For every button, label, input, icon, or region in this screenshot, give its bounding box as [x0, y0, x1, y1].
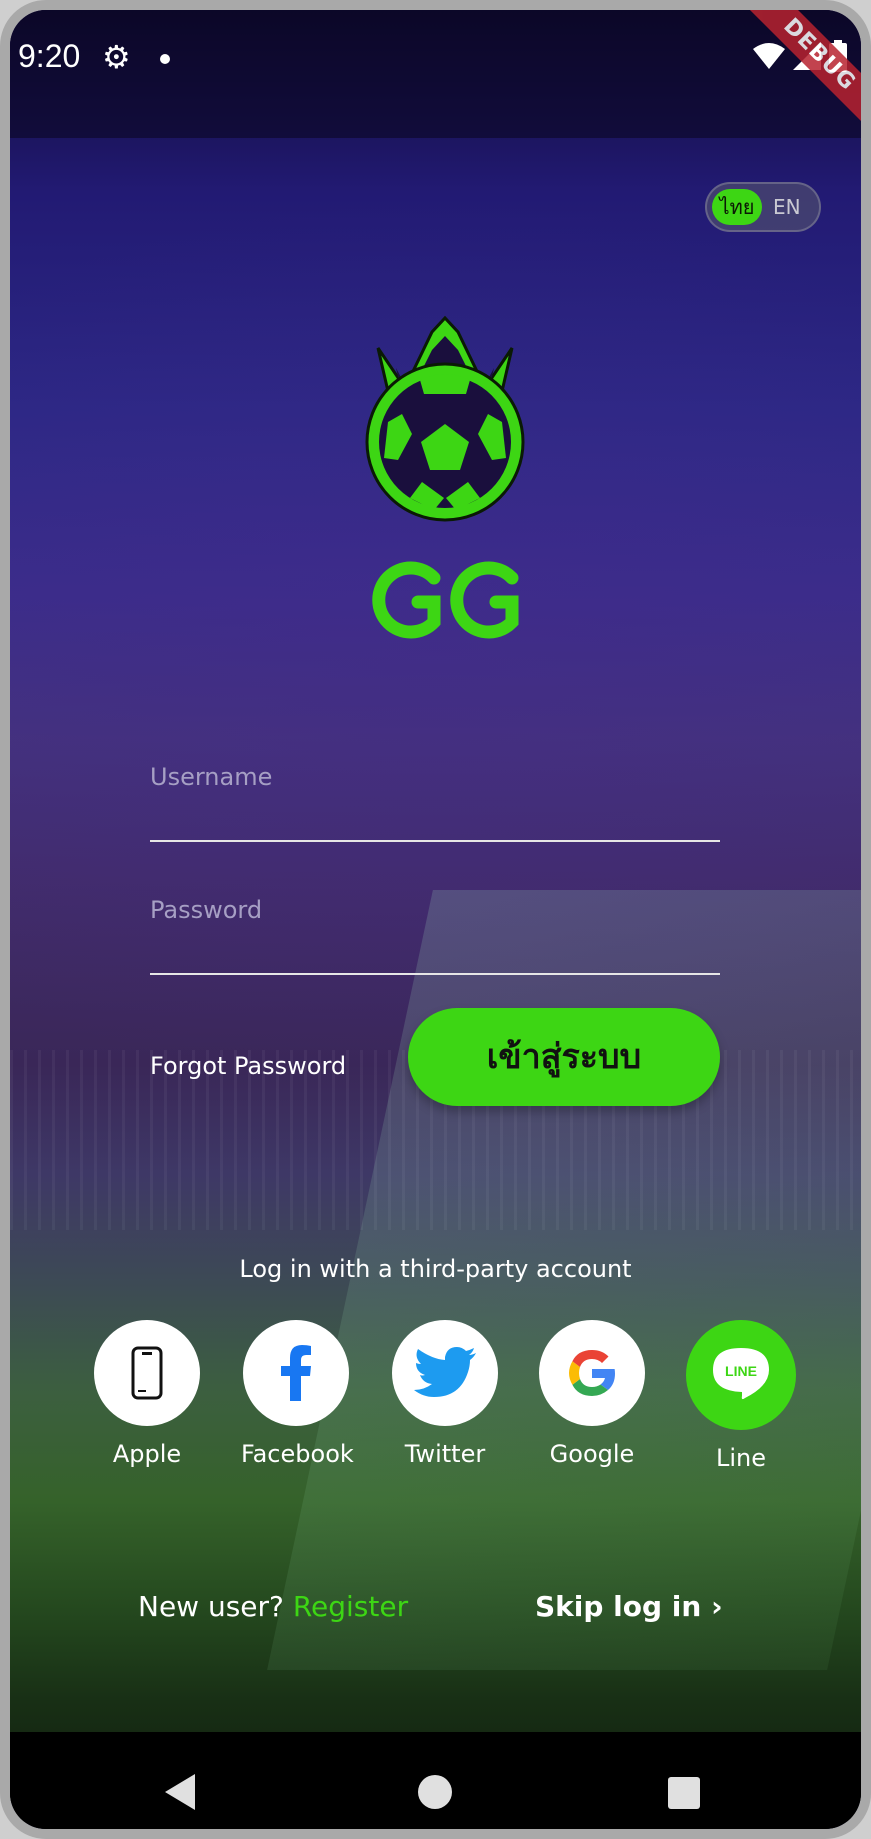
line-login-circle[interactable]: LINE — [686, 1320, 796, 1430]
new-user-text: New user? Register — [138, 1590, 408, 1623]
new-user-label: New user? — [138, 1590, 284, 1623]
stadium-background — [10, 10, 861, 1829]
line-label: Line — [715, 1444, 766, 1472]
twitter-label: Twitter — [404, 1440, 486, 1468]
settings-icon: ⚙ — [102, 38, 131, 76]
notification-dot-icon — [160, 54, 170, 64]
apple-login-circle[interactable] — [94, 1320, 200, 1426]
google-icon — [569, 1350, 615, 1396]
twitter-icon — [414, 1347, 476, 1397]
facebook-login-circle[interactable] — [243, 1320, 349, 1426]
apple-login-button[interactable]: Apple — [92, 1320, 202, 1468]
app-logo — [365, 315, 525, 639]
line-login-button[interactable]: LINE Line — [686, 1320, 796, 1472]
line-logo-text: LINE — [725, 1363, 757, 1379]
skip-login-label[interactable]: Skip log in — [535, 1590, 701, 1623]
google-label: Google — [549, 1440, 635, 1468]
system-navigation-bar — [10, 1732, 861, 1829]
twitter-login-button[interactable]: Twitter — [390, 1320, 500, 1468]
facebook-label: Facebook — [241, 1440, 354, 1468]
third-party-title: Log in with a third-party account — [239, 1255, 632, 1283]
gg-wordmark — [372, 561, 519, 639]
wifi-icon — [753, 43, 785, 69]
username-input[interactable]: Username — [150, 763, 272, 791]
debug-banner: DEBUG — [729, 10, 861, 145]
line-icon: LINE — [713, 1348, 769, 1400]
forgot-password-link[interactable]: Forgot Password — [150, 1052, 346, 1080]
home-icon[interactable] — [418, 1775, 452, 1809]
google-login-circle[interactable] — [539, 1320, 645, 1426]
google-login-button[interactable]: Google — [537, 1320, 647, 1468]
language-english[interactable]: EN — [773, 189, 801, 225]
soccer-ball-icon — [365, 362, 525, 522]
status-bar: 9:20 ⚙ DEBUG — [10, 10, 861, 145]
recent-apps-icon[interactable] — [668, 1777, 700, 1809]
password-input[interactable]: Password — [150, 896, 262, 924]
login-button[interactable]: เข้าสู่ระบบ — [408, 1008, 720, 1106]
back-icon[interactable] — [165, 1774, 195, 1810]
facebook-icon — [281, 1345, 311, 1401]
username-underline — [150, 840, 720, 842]
chevron-right-icon: › — [711, 1590, 723, 1623]
apple-label: Apple — [112, 1440, 182, 1468]
password-underline — [150, 973, 720, 975]
phone-frame: 9:20 ⚙ DEBUG ไทย EN Username Password Fo… — [0, 0, 871, 1839]
skip-login-link[interactable]: Skip log in › — [535, 1590, 723, 1623]
twitter-login-circle[interactable] — [392, 1320, 498, 1426]
facebook-login-button[interactable]: Facebook — [241, 1320, 354, 1468]
phone-icon — [131, 1346, 163, 1400]
register-link[interactable]: Register — [293, 1590, 408, 1623]
language-toggle[interactable]: ไทย EN — [705, 182, 821, 232]
status-time: 9:20 — [18, 38, 81, 74]
language-thai[interactable]: ไทย — [712, 189, 762, 225]
